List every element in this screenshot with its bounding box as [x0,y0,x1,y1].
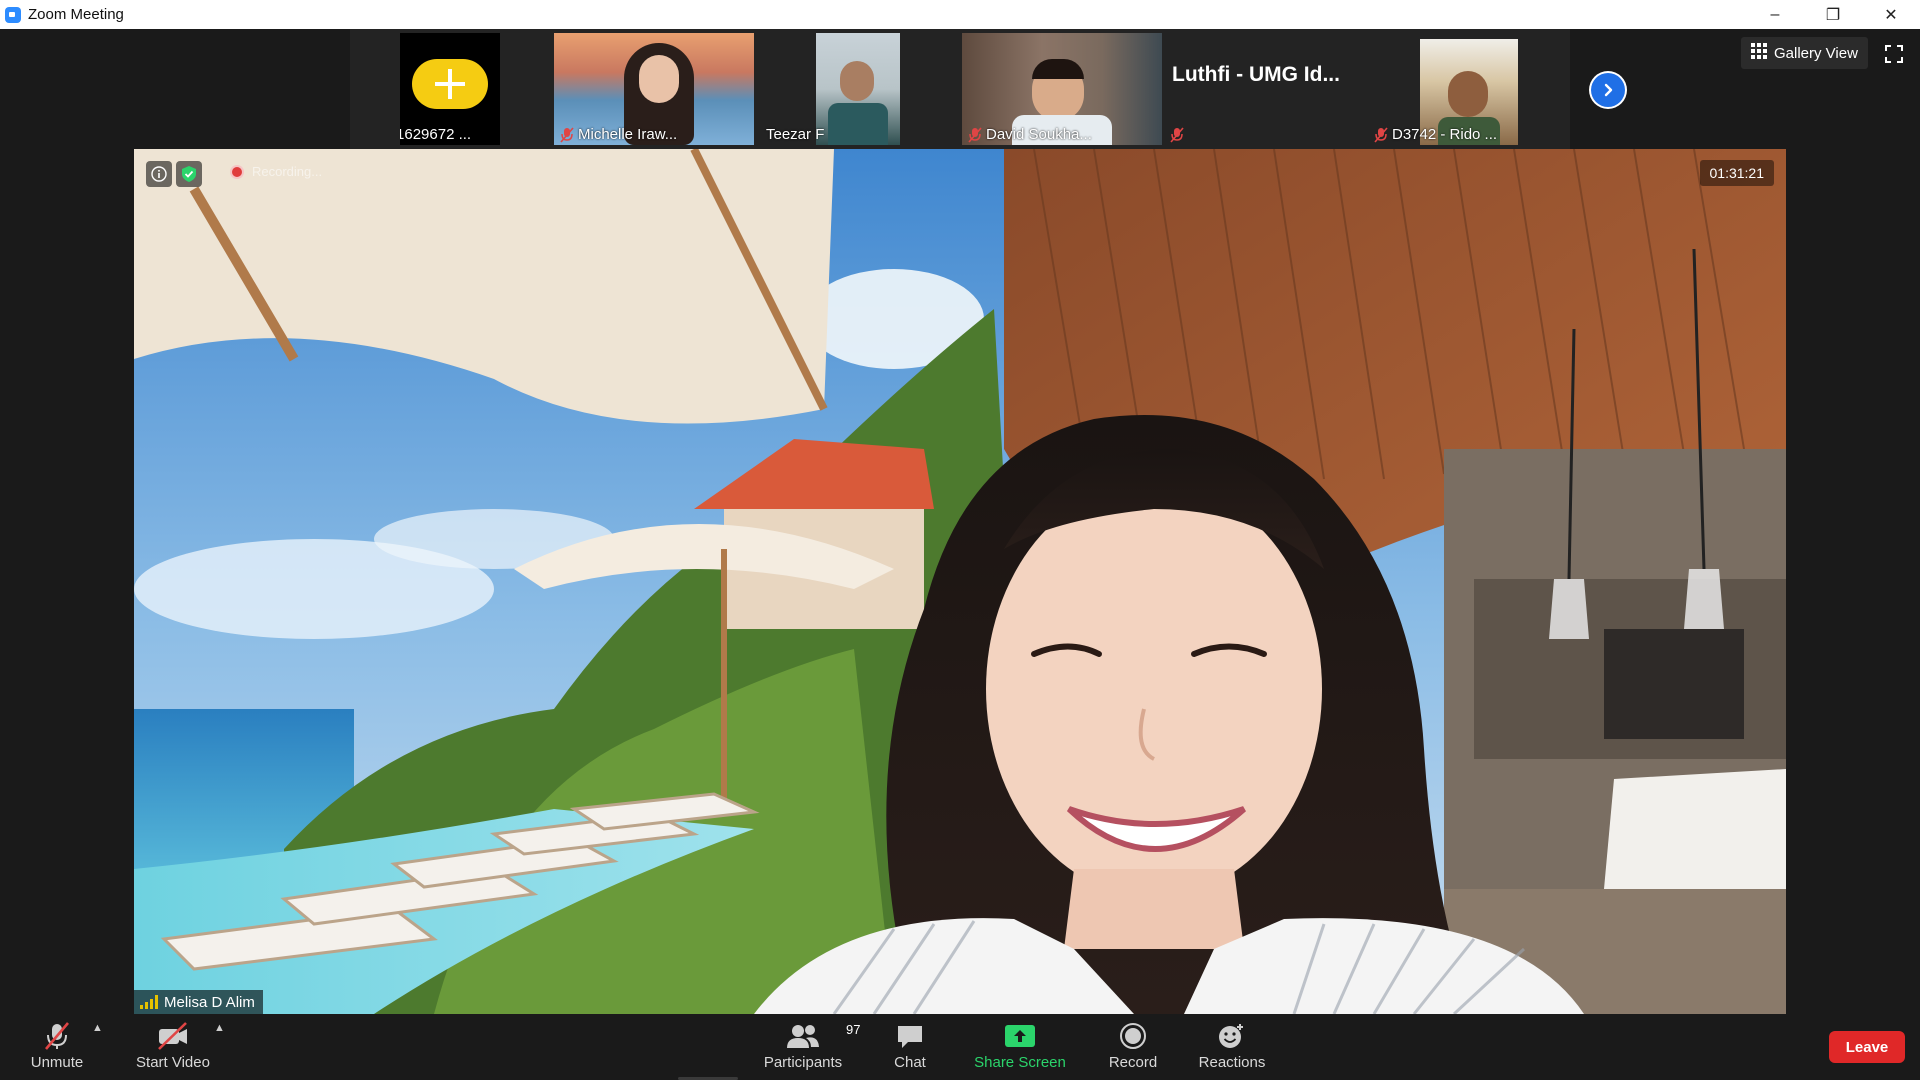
start-video-button[interactable]: Start Video [128,1014,218,1080]
avatar [412,59,488,109]
share-screen-icon [1004,1020,1036,1052]
video-options-caret[interactable]: ▲ [214,1022,225,1034]
participants-button[interactable]: 97 Participants [758,1014,861,1080]
fullscreen-icon [1885,45,1903,63]
fullscreen-button[interactable] [1884,44,1904,64]
participant-tile[interactable]: David Soukha... [962,33,1162,145]
participants-count: 97 [846,1022,861,1037]
signal-strength-icon [140,995,158,1009]
participant-tile[interactable]: D3742 - Rido ... [1368,33,1518,145]
participant-name: 2101629672 ... [400,126,471,143]
recording-label: Recording... [252,164,323,179]
record-icon [1118,1020,1148,1052]
share-screen-button[interactable]: Share Screen [970,1014,1070,1080]
video-off-icon [156,1020,190,1052]
audio-options-caret[interactable]: ▲ [92,1022,103,1034]
info-icon [151,166,167,182]
recording-indicator[interactable]: Recording... [230,164,322,179]
participant-display-name: Luthfi - UMG Id... [1172,63,1340,86]
chat-button[interactable]: Chat [880,1014,940,1080]
participant-name [1170,127,1184,143]
zoom-app-icon [5,6,21,23]
grid-icon [1751,43,1767,63]
participant-tile[interactable]: Luthfi - UMG Id... [1164,33,1364,145]
close-button[interactable]: ✕ [1862,0,1920,29]
mic-muted-icon [968,126,982,143]
participants-icon: 97 [786,1020,860,1052]
window-controls: – ❐ ✕ [1746,0,1920,29]
shield-icon [182,166,196,182]
participant-name: David Soukha... [968,126,1092,143]
participant-name: D3742 - Rido ... [1374,126,1497,143]
meeting-info-button[interactable] [146,161,172,187]
record-button[interactable]: Record [1098,1014,1168,1080]
participant-video [816,33,900,145]
active-speaker-name-tag: Melisa D Alim [134,990,263,1014]
mic-muted-icon [1170,127,1184,143]
unmute-button[interactable]: Unmute [20,1014,94,1080]
record-dot-icon [230,164,244,179]
next-page-button[interactable] [1589,71,1627,109]
active-speaker-video: Recording... 01:31:21 Melisa D Alim [134,149,1786,1014]
speaker-name: Melisa D Alim [164,993,255,1011]
title-bar: Zoom Meeting – ❐ ✕ [0,0,1920,29]
restore-button[interactable]: ❐ [1804,0,1862,29]
participant-name: Teezar F [766,126,825,143]
window-title: Zoom Meeting [28,6,124,23]
gallery-view-label: Gallery View [1774,44,1858,62]
chat-icon [895,1020,925,1052]
participant-tile[interactable]: 2101629672 ... [400,33,500,145]
leave-button[interactable]: Leave [1829,1031,1905,1063]
reactions-button[interactable]: Reactions [1192,1014,1272,1080]
encryption-button[interactable] [176,161,202,187]
mic-muted-icon [1374,126,1388,143]
video-frame [134,149,1786,1014]
smiley-icon [1216,1020,1248,1052]
participant-tile[interactable]: Michelle Iraw... [554,33,754,145]
participant-name: Michelle Iraw... [560,126,677,143]
meeting-timer: 01:31:21 [1699,160,1774,186]
minimize-button[interactable]: – [1746,0,1804,29]
gallery-view-button[interactable]: Gallery View [1741,37,1868,69]
participant-tile[interactable]: Teezar F [760,33,900,145]
chevron-right-icon [1591,73,1625,107]
meeting-toolbar: Unmute ▲ Start Video ▲ 97 Participants C… [0,1014,1920,1080]
mic-muted-icon [42,1020,72,1052]
mic-muted-icon [560,126,574,143]
participant-strip: 2101629672 ... Michelle Iraw... Teezar F… [0,29,1920,149]
